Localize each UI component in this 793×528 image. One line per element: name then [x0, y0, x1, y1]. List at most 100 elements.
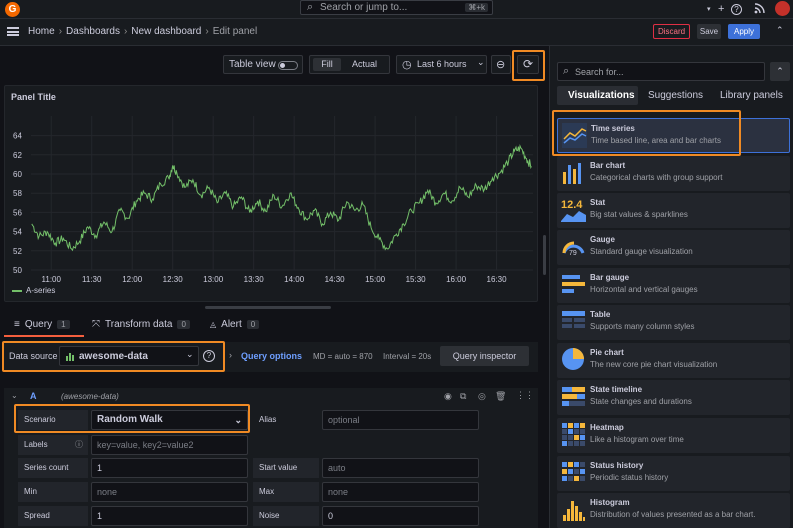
grafana-logo-icon[interactable]: G [5, 2, 20, 17]
spread-input[interactable]: 1 [91, 506, 248, 526]
search-placeholder: Search or jump to... [320, 2, 408, 13]
add-caret-icon[interactable]: ▾ [707, 5, 711, 13]
time-range-picker[interactable]: ◷ Last 6 hours ⌄ [396, 55, 487, 74]
info-icon: ⓘ [75, 440, 83, 449]
legend[interactable]: A-series [12, 286, 55, 295]
tab-query[interactable]: ≡ Query 1 [14, 319, 70, 330]
tab-visualizations-label: Visualizations [568, 90, 635, 101]
resize-handle[interactable] [205, 306, 331, 309]
tab-label: Alert [221, 319, 242, 330]
y-tick-label: 60 [13, 170, 22, 179]
nav-bar: Home › Dashboards › New dashboard › Edit panel… [0, 19, 793, 46]
viz-card-status-history[interactable]: Status history Periodic status history [557, 456, 790, 491]
add-icon[interactable]: + [718, 3, 724, 15]
breadcrumb-current: Edit panel [212, 26, 258, 37]
global-search[interactable]: ⌕ Search or jump to... ⌘+k [300, 0, 493, 15]
highlight-refresh [512, 50, 545, 81]
viz-card-heatmap[interactable]: Heatmap Like a histogram over time [557, 418, 790, 453]
active-tab-indicator [4, 335, 84, 337]
bar-gauge-icon [561, 272, 586, 297]
menu-icon[interactable] [7, 27, 19, 36]
viz-description: Supports many column styles [590, 322, 695, 331]
highlight-scenario [14, 404, 250, 433]
chevron-right-icon: › [229, 350, 232, 360]
viz-description: Like a histogram over time [590, 435, 684, 444]
tab-transform[interactable]: ⤧ Transform data 0 [92, 319, 190, 330]
x-tick-label: 13:30 [244, 275, 265, 284]
viz-card-pie-chart[interactable]: Pie chart The new core pie chart visualiz… [557, 343, 790, 378]
breadcrumb-new-dashboard[interactable]: New dashboard [131, 26, 201, 37]
news-icon[interactable] [754, 3, 765, 17]
x-tick-label: 11:00 [42, 275, 62, 284]
viz-card-table[interactable]: Table Supports many column styles [557, 305, 790, 340]
tab-alert[interactable]: ◬ Alert 0 [210, 319, 260, 330]
noise-input[interactable]: 0 [322, 506, 479, 526]
tab-library-panels[interactable]: Library panels [720, 90, 783, 101]
highlight-time-series [552, 110, 741, 156]
query-options-interval: Interval = 20s [383, 352, 432, 361]
noise-label: Noise [253, 506, 319, 526]
table-view-toggle[interactable]: Table view [223, 55, 303, 74]
series-count-label: Series count [18, 458, 88, 478]
database-icon: ≡ [14, 319, 20, 330]
fill-button[interactable]: Fill [313, 58, 341, 71]
start-value-input[interactable]: auto [322, 458, 479, 478]
tab-suggestions[interactable]: Suggestions [648, 90, 703, 101]
viz-card-histogram[interactable]: Histogram Distribution of values presente… [557, 493, 790, 528]
labels-input[interactable]: key=value, key2=value2 [91, 435, 248, 455]
save-button[interactable]: Save [697, 24, 721, 39]
chevron-down-icon: ⌄ [477, 57, 485, 67]
trash-icon[interactable]: 🗑 [495, 391, 506, 402]
eye-icon[interactable]: ◎ [478, 391, 486, 402]
viz-description: Categorical charts with group support [590, 173, 723, 182]
series-count-input[interactable]: 1 [91, 458, 248, 478]
actual-button[interactable]: Actual [352, 59, 377, 69]
bell-icon: ◬ [210, 320, 217, 329]
breadcrumb-dashboards[interactable]: Dashboards [66, 26, 120, 37]
max-input[interactable]: none [322, 482, 479, 502]
breadcrumb-home[interactable]: Home [28, 26, 55, 37]
viz-card-bar-gauge[interactable]: Bar gauge Horizontal and vertical gauges [557, 268, 790, 303]
breadcrumb-separator: › [123, 26, 128, 37]
x-tick-label: 11:30 [82, 275, 102, 284]
breadcrumb: Home › Dashboards › New dashboard › Edit panel [28, 26, 257, 37]
panel[interactable]: Panel Title 50 52 54 56 58 60 62 64 11:00 11:30 12… [4, 85, 538, 302]
heatmap-icon [561, 422, 586, 447]
collapse-chevron-icon[interactable]: ⌄ [11, 391, 18, 400]
svg-text:79: 79 [569, 250, 577, 257]
tab-count: 0 [177, 320, 190, 329]
y-tick-label: 62 [13, 151, 22, 160]
viz-description: Periodic status history [590, 473, 669, 482]
viz-card-gauge[interactable]: 79 Gauge Standard gauge visualization [557, 230, 790, 265]
pie-chart-icon [561, 347, 586, 372]
viz-card-stat[interactable]: 12.4 Stat Big stat values & sparklines [557, 193, 790, 228]
toggle-switch[interactable] [278, 61, 298, 70]
apply-button[interactable]: Apply [728, 24, 760, 39]
viz-description: Distribution of values presented as a ba… [590, 510, 756, 519]
discard-button[interactable]: Discard [653, 24, 690, 39]
query-options-link[interactable]: Query options [241, 351, 302, 361]
help-icon[interactable]: ? [731, 4, 742, 15]
collapse-viz-button[interactable]: ⌃ [770, 62, 790, 81]
breadcrumb-separator: › [205, 26, 209, 37]
zoom-out-button[interactable]: ⊖ [491, 55, 511, 74]
time-range-label: Last 6 hours [417, 59, 467, 69]
duplicate-icon[interactable]: ⧉ [460, 391, 466, 402]
viz-card-state-timeline[interactable]: State timeline State changes and duration… [557, 380, 790, 415]
scrollbar[interactable] [543, 235, 546, 275]
min-input[interactable]: none [91, 482, 248, 502]
viz-description: The new core pie chart visualization [590, 360, 718, 369]
alias-input[interactable]: optional [322, 410, 479, 430]
top-bar: G ⌕ Search or jump to... ⌘+k + ▾ ? [0, 0, 793, 19]
collapse-icon[interactable]: ⌃ [776, 25, 784, 36]
user-avatar[interactable] [775, 1, 790, 16]
time-series-chart: 50 52 54 56 58 60 62 64 11:00 11:30 12:00 12:30 13:0… [13, 116, 533, 284]
viz-search-input[interactable]: ⌕ Search for... [557, 62, 765, 81]
gauge-icon: 79 [561, 234, 586, 259]
y-tick-label: 64 [13, 132, 22, 141]
viz-card-bar-chart[interactable]: Bar chart Categorical charts with group s… [557, 156, 790, 191]
help-icon[interactable]: ◉ [444, 391, 452, 402]
query-ref[interactable]: A [30, 391, 37, 401]
query-inspector-button[interactable]: Query inspector [440, 346, 529, 366]
drag-handle-icon[interactable]: ⋮⋮ [516, 390, 534, 401]
